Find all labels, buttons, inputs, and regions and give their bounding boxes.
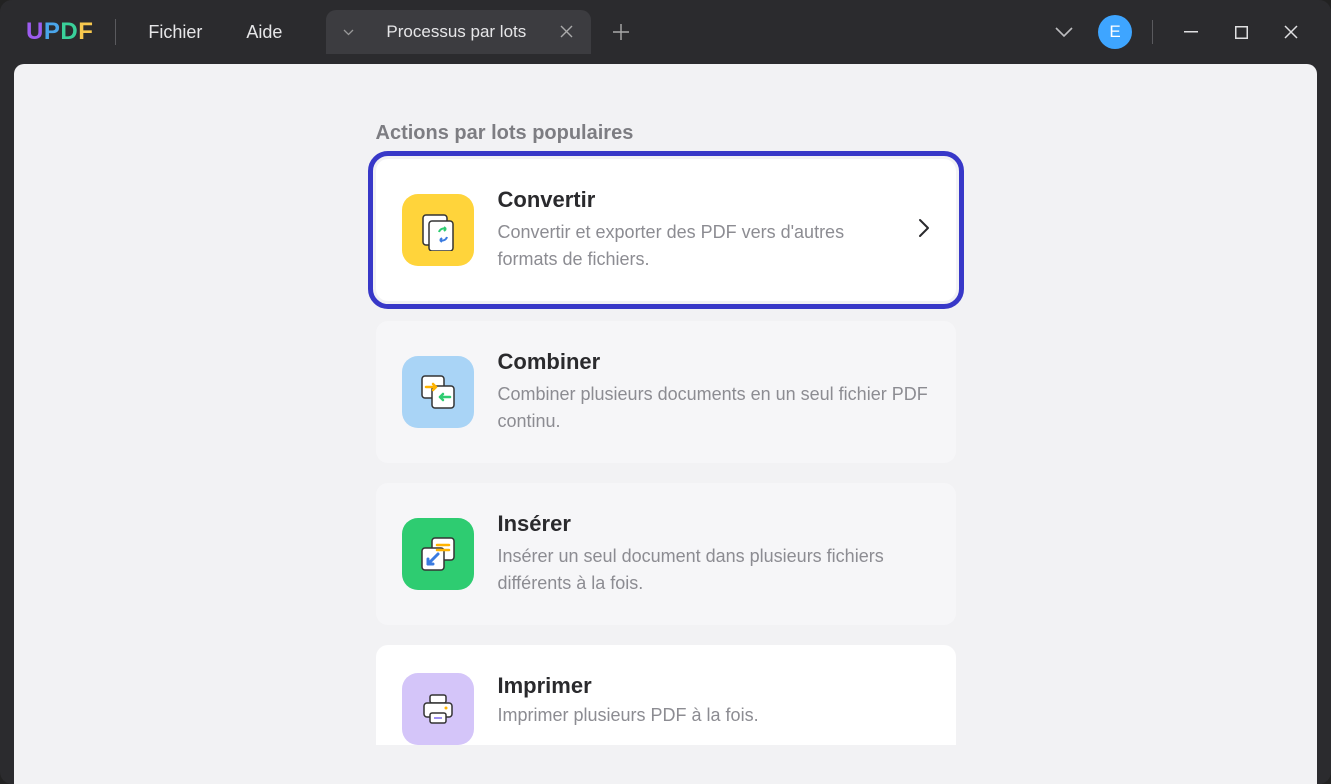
titlebar: U P D F Fichier Aide Processus par lots (0, 0, 1331, 64)
dropdown-button[interactable] (1042, 10, 1086, 54)
card-title: Combiner (498, 349, 930, 375)
app-logo[interactable]: U P D F (8, 18, 111, 46)
chevron-right-icon (918, 218, 930, 243)
card-text: Imprimer Imprimer plusieurs PDF à la foi… (498, 673, 759, 726)
print-icon (402, 673, 474, 745)
close-icon[interactable] (558, 20, 575, 45)
new-tab-button[interactable] (599, 10, 643, 54)
menu-file[interactable]: Fichier (126, 0, 224, 64)
menu-help[interactable]: Aide (224, 0, 304, 64)
divider (1152, 20, 1153, 44)
card-desc: Insérer un seul document dans plusieurs … (498, 543, 930, 597)
close-button[interactable] (1267, 10, 1315, 54)
card-text: Insérer Insérer un seul document dans pl… (498, 511, 930, 597)
divider (115, 19, 116, 45)
window-controls (1167, 10, 1315, 54)
card-text: Convertir Convertir et exporter des PDF … (498, 187, 894, 273)
tab-list-dropdown[interactable] (326, 10, 370, 54)
inner-container: Actions par lots populaires Convertir (376, 122, 956, 745)
combine-icon (402, 356, 474, 428)
content-area: Actions par lots populaires Convertir (14, 64, 1317, 784)
card-desc: Convertir et exporter des PDF vers d'aut… (498, 219, 894, 273)
menubar: Fichier Aide (126, 0, 304, 64)
card-desc: Combiner plusieurs documents en un seul … (498, 381, 930, 435)
action-card-print[interactable]: Imprimer Imprimer plusieurs PDF à la foi… (376, 645, 956, 745)
tab-bar: Processus par lots (326, 10, 643, 54)
minimize-button[interactable] (1167, 10, 1215, 54)
avatar[interactable]: E (1098, 15, 1132, 49)
minimize-icon (1184, 31, 1198, 33)
action-card-convert[interactable]: Convertir Convertir et exporter des PDF … (376, 159, 956, 301)
card-title: Convertir (498, 187, 894, 213)
chevron-down-icon (1055, 27, 1073, 38)
plus-icon (612, 23, 630, 41)
card-text: Combiner Combiner plusieurs documents en… (498, 349, 930, 435)
maximize-button[interactable] (1217, 10, 1265, 54)
maximize-icon (1235, 26, 1248, 39)
insert-icon (402, 518, 474, 590)
close-icon (1284, 25, 1298, 39)
card-title: Insérer (498, 511, 930, 537)
convert-icon (402, 194, 474, 266)
action-card-insert[interactable]: Insérer Insérer un seul document dans pl… (376, 483, 956, 625)
titlebar-right: E (1042, 10, 1323, 54)
action-card-combine[interactable]: Combiner Combiner plusieurs documents en… (376, 321, 956, 463)
section-title: Actions par lots populaires (376, 122, 956, 145)
card-desc: Imprimer plusieurs PDF à la fois. (498, 705, 759, 726)
card-title: Imprimer (498, 673, 759, 699)
tab-label: Processus par lots (386, 22, 526, 42)
tab-batch-process[interactable]: Processus par lots (370, 10, 591, 54)
chevron-down-icon (343, 29, 354, 36)
app-window: U P D F Fichier Aide Processus par lots (0, 0, 1331, 784)
